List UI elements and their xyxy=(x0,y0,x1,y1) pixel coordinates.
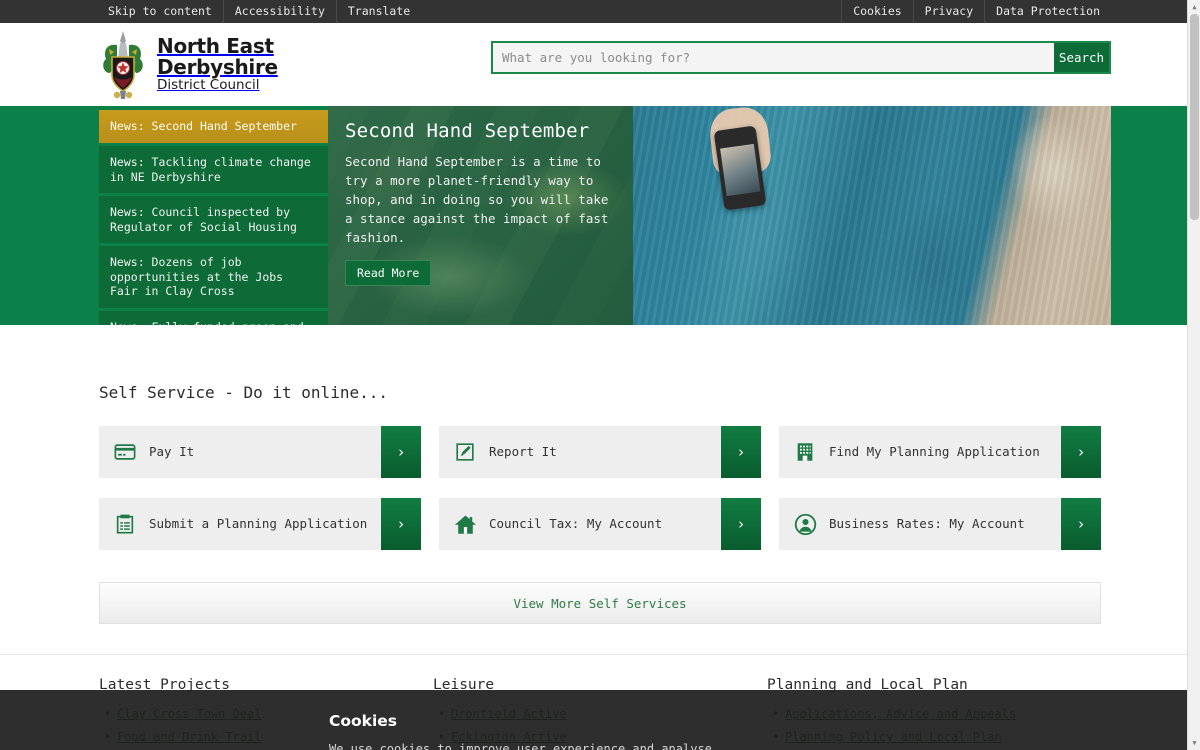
masthead-inner: North East Derbyshire District Council S… xyxy=(89,23,1111,106)
top-utility-bar: Skip to content Accessibility Translate … xyxy=(0,0,1200,23)
self-service-section: Self Service - Do it online... Pay It › … xyxy=(89,325,1111,624)
top-utility-right-group: Cookies Privacy Data Protection xyxy=(841,0,1111,23)
view-more-self-services-button[interactable]: View More Self Services xyxy=(99,582,1101,624)
scroll-up-arrow-icon[interactable]: ▲ xyxy=(1188,0,1200,14)
clipboard-icon xyxy=(113,512,137,536)
chevron-right-icon[interactable]: › xyxy=(381,498,421,550)
news-item-5[interactable]: News: Fully funded green and digital ski… xyxy=(99,310,328,325)
news-item-1[interactable]: News: Second Hand September xyxy=(99,110,328,143)
chevron-right-icon[interactable]: › xyxy=(381,426,421,478)
hero-band: News: Second Hand September News: Tackli… xyxy=(0,106,1200,325)
site-search: Search xyxy=(491,41,1111,74)
credit-card-icon xyxy=(113,440,137,464)
self-service-card-label: Business Rates: My Account xyxy=(829,516,1025,531)
self-service-card-pay-it[interactable]: Pay It › xyxy=(99,426,421,478)
self-service-card-find-my-planning-application[interactable]: Find My Planning Application › xyxy=(779,426,1101,478)
self-service-card-label: Find My Planning Application xyxy=(829,444,1040,459)
topbar-link-data-protection[interactable]: Data Protection xyxy=(985,0,1111,23)
self-service-card-body: Council Tax: My Account xyxy=(439,498,721,550)
self-service-card-label: Report It xyxy=(489,444,557,459)
search-button[interactable]: Search xyxy=(1054,43,1109,72)
scrollbar-thumb[interactable] xyxy=(1190,14,1199,220)
self-service-card-body: Find My Planning Application xyxy=(779,426,1061,478)
self-service-card-label: Pay It xyxy=(149,444,195,459)
user-circle-icon xyxy=(793,512,817,536)
self-service-card-label: Council Tax: My Account xyxy=(489,516,663,531)
news-item-2[interactable]: News: Tackling climate change in NE Derb… xyxy=(99,146,328,193)
topbar-link-cookies[interactable]: Cookies xyxy=(841,0,914,23)
chevron-right-icon[interactable]: › xyxy=(721,498,761,550)
news-item-4[interactable]: News: Dozens of job opportunities at the… xyxy=(99,246,328,308)
self-service-card-submit-a-planning-application[interactable]: Submit a Planning Application › xyxy=(99,498,421,550)
hero-copy: Second Hand September Second Hand Septem… xyxy=(328,106,633,286)
building-icon xyxy=(793,440,817,464)
self-service-card-report-it[interactable]: Report It › xyxy=(439,426,761,478)
chevron-right-icon[interactable]: › xyxy=(1061,498,1101,550)
view-more-self-services-label: View More Self Services xyxy=(513,595,687,611)
hero-description: Second Hand September is a time to try a… xyxy=(345,154,609,245)
read-more-button[interactable]: Read More xyxy=(345,260,432,286)
topbar-link-skip-to-content[interactable]: Skip to content xyxy=(97,0,224,23)
brand-line-2: Derbyshire xyxy=(157,54,278,79)
site-logo-link[interactable]: North East Derbyshire District Council xyxy=(89,29,325,101)
scroll-down-arrow-icon[interactable]: ▼ xyxy=(1188,736,1200,750)
self-service-card-body: Submit a Planning Application xyxy=(99,498,381,550)
self-service-card-label: Submit a Planning Application xyxy=(149,516,368,531)
self-service-card-council-tax-my-account[interactable]: Council Tax: My Account › xyxy=(439,498,761,550)
page-scrollbar[interactable]: ▲ ▼ xyxy=(1187,0,1200,750)
self-service-heading: Self Service - Do it online... xyxy=(99,383,388,402)
cookie-banner-body: We use cookies to improve user experienc… xyxy=(329,742,712,750)
hero-photo-image xyxy=(633,106,1111,325)
cookie-banner-inner: Cookies We use cookies to improve user e… xyxy=(89,690,1111,750)
top-utility-left-group: Skip to content Accessibility Translate xyxy=(97,0,421,23)
chevron-right-icon[interactable]: › xyxy=(1061,426,1101,478)
cookie-banner-title: Cookies xyxy=(329,712,398,730)
pencil-square-icon xyxy=(453,440,477,464)
hero-inner: News: Second Hand September News: Tackli… xyxy=(89,106,1111,325)
self-service-card-body: Report It xyxy=(439,426,721,478)
house-icon xyxy=(453,512,477,536)
top-utility-bar-inner: Skip to content Accessibility Translate … xyxy=(89,0,1111,23)
self-service-card-business-rates-my-account[interactable]: Business Rates: My Account › xyxy=(779,498,1101,550)
coat-of-arms-crest-icon xyxy=(97,29,149,101)
topbar-link-accessibility[interactable]: Accessibility xyxy=(224,0,337,23)
hero-text-panel: Second Hand September Second Hand Septem… xyxy=(328,106,633,325)
brand-line-1: North East xyxy=(157,34,274,59)
chevron-right-icon[interactable]: › xyxy=(721,426,761,478)
self-service-grid: Pay It › Report It › Find My Planning Ap… xyxy=(89,426,1111,550)
search-input[interactable] xyxy=(493,43,1054,72)
hero-feature: Second Hand September Second Hand Septem… xyxy=(328,106,1111,325)
topbar-link-translate[interactable]: Translate xyxy=(337,0,421,23)
topbar-link-privacy[interactable]: Privacy xyxy=(914,0,986,23)
masthead: North East Derbyshire District Council S… xyxy=(0,23,1200,106)
news-carousel-list: News: Second Hand September News: Tackli… xyxy=(89,106,328,325)
hero-title: Second Hand September xyxy=(345,120,590,142)
self-service-card-body: Pay It xyxy=(99,426,381,478)
self-service-card-body: Business Rates: My Account xyxy=(779,498,1061,550)
cookie-consent-banner: Cookies We use cookies to improve user e… xyxy=(0,690,1200,750)
hero-photo xyxy=(633,106,1111,325)
news-item-3[interactable]: News: Council inspected by Regulator of … xyxy=(99,196,328,243)
brand-wordmark: North East Derbyshire District Council xyxy=(157,36,278,93)
brand-line-3: District Council xyxy=(157,77,260,93)
